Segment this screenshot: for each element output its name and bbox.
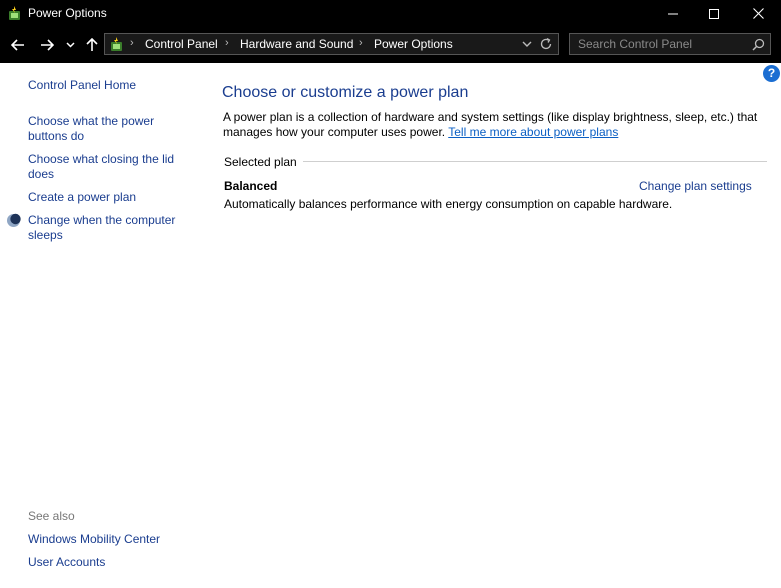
power-options-icon bbox=[6, 5, 23, 22]
up-button[interactable] bbox=[82, 35, 102, 55]
maximize-icon bbox=[709, 8, 719, 19]
create-power-plan-link[interactable]: Create a power plan bbox=[28, 190, 193, 205]
content-area: Control Panel Home Choose what the power… bbox=[0, 63, 781, 588]
change-plan-settings-link[interactable]: Change plan settings bbox=[639, 179, 752, 193]
window-title: Power Options bbox=[28, 6, 107, 20]
selected-plan-heading: Selected plan bbox=[224, 155, 303, 169]
back-arrow-icon bbox=[11, 39, 24, 51]
learn-more-link[interactable]: Tell me more about power plans bbox=[448, 125, 618, 139]
change-sleep-link[interactable]: Change when the computer sleeps bbox=[28, 213, 193, 243]
maximize-button[interactable] bbox=[697, 0, 731, 27]
chevron-down-icon bbox=[65, 42, 75, 48]
forward-button[interactable] bbox=[37, 35, 57, 55]
control-panel-home-link[interactable]: Control Panel Home bbox=[28, 78, 193, 93]
close-icon bbox=[752, 8, 764, 19]
back-button[interactable] bbox=[8, 35, 28, 55]
closing-lid-link[interactable]: Choose what closing the lid does bbox=[28, 152, 193, 182]
see-also-heading: See also bbox=[28, 509, 75, 523]
breadcrumb-power-options[interactable]: Power Options bbox=[374, 37, 453, 51]
divider bbox=[300, 161, 767, 162]
moon-icon bbox=[6, 213, 21, 228]
minimize-icon bbox=[668, 13, 678, 14]
navigation-bar: › Control Panel › Hardware and Sound › P… bbox=[0, 27, 781, 63]
help-icon[interactable]: ? bbox=[763, 65, 780, 82]
title-bar: Power Options bbox=[0, 0, 781, 27]
refresh-button[interactable] bbox=[539, 37, 553, 51]
refresh-icon bbox=[540, 37, 552, 50]
page-title: Choose or customize a power plan bbox=[222, 84, 469, 101]
address-dropdown-button[interactable] bbox=[520, 37, 534, 51]
plan-name: Balanced bbox=[224, 179, 278, 193]
up-arrow-icon bbox=[86, 38, 98, 51]
forward-arrow-icon bbox=[41, 39, 54, 51]
search-input[interactable] bbox=[570, 34, 748, 54]
close-button[interactable] bbox=[741, 0, 775, 27]
breadcrumb-separator-icon: › bbox=[130, 37, 134, 49]
sidebar: Control Panel Home Choose what the power… bbox=[0, 63, 200, 588]
breadcrumb-separator-icon: › bbox=[359, 37, 363, 49]
plan-description: Automatically balances performance with … bbox=[224, 197, 673, 211]
minimize-button[interactable] bbox=[656, 0, 690, 27]
search-box bbox=[569, 33, 771, 55]
chevron-down-icon bbox=[522, 41, 532, 47]
search-button[interactable] bbox=[752, 38, 765, 51]
breadcrumb-control-panel[interactable]: Control Panel bbox=[145, 37, 218, 51]
address-bar[interactable]: › Control Panel › Hardware and Sound › P… bbox=[104, 33, 559, 55]
windows-mobility-center-link[interactable]: Windows Mobility Center bbox=[28, 532, 193, 547]
power-buttons-link[interactable]: Choose what the power buttons do bbox=[28, 114, 193, 144]
recent-locations-button[interactable] bbox=[62, 35, 78, 55]
search-icon bbox=[752, 38, 765, 51]
breadcrumb-hardware-and-sound[interactable]: Hardware and Sound bbox=[240, 37, 353, 51]
user-accounts-link[interactable]: User Accounts bbox=[28, 555, 193, 570]
main-panel: ? Choose or customize a power plan A pow… bbox=[200, 63, 781, 588]
intro-text: A power plan is a collection of hardware… bbox=[223, 110, 763, 140]
control-panel-icon bbox=[108, 36, 125, 53]
breadcrumb-separator-icon: › bbox=[225, 37, 229, 49]
